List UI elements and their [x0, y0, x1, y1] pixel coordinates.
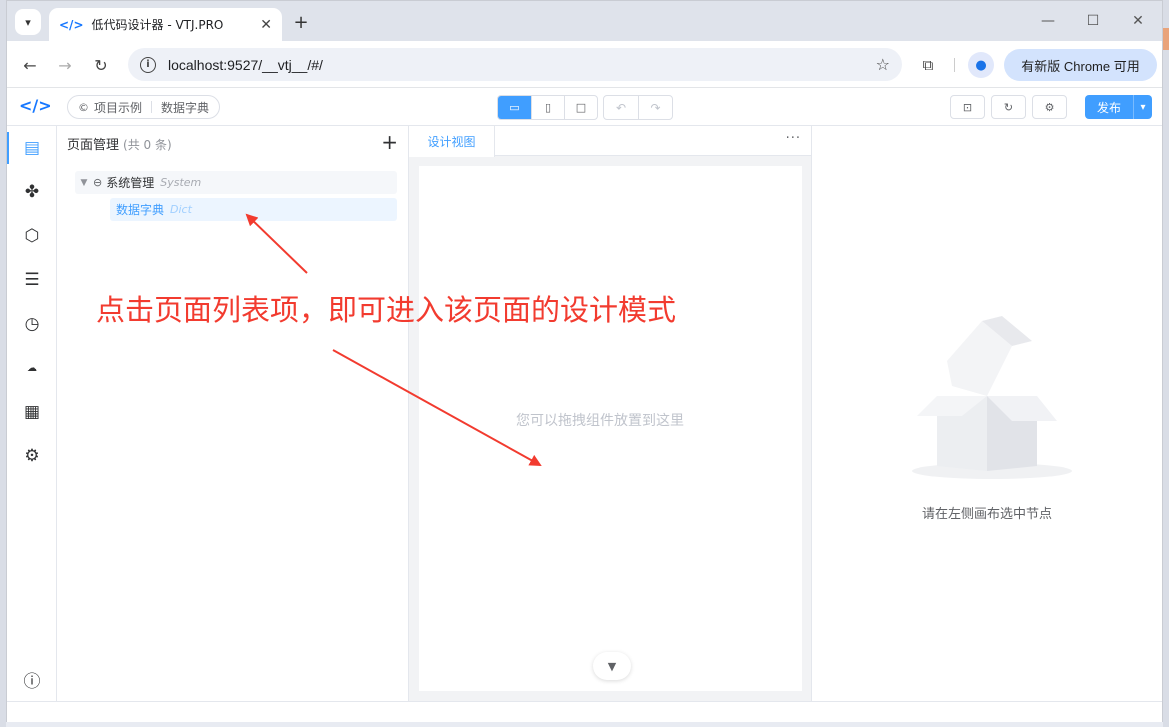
tree-node-sub: System — [160, 176, 202, 189]
pages-document-icon[interactable]: ▤ — [7, 128, 57, 168]
left-nav-rail: ▤ ✤ ⬡ ☰ ◷ ☁ ▦ ⚙ ⓘ — [7, 126, 57, 701]
components-puzzle-icon[interactable]: ✤ — [7, 172, 57, 212]
browser-tab[interactable]: </> 低代码设计器 - VTJ.PRO ✕ — [49, 8, 282, 41]
empty-box-illustration — [912, 316, 1072, 479]
tab-title: 低代码设计器 - VTJ.PRO — [91, 18, 224, 32]
mobile-mode-icon[interactable]: ▯ — [531, 96, 564, 119]
tab-search-button[interactable]: ▾ — [15, 9, 41, 35]
reload-icon[interactable]: ↻ — [88, 52, 114, 78]
folder-icon: ⊖ — [93, 176, 103, 189]
design-tabs: 设计视图 ··· — [409, 126, 811, 157]
publish-button-group: 发布 ▾ — [1085, 95, 1152, 119]
apps-grid-icon[interactable]: ▦ — [7, 392, 57, 432]
tab-strip: ▾ </> 低代码设计器 - VTJ.PRO ✕ + — ☐ ✕ — [7, 1, 1162, 41]
close-window-button[interactable]: ✕ — [1118, 9, 1158, 33]
design-area: 设计视图 ··· 您可以拖拽组件放置到这里 ▼ — [409, 126, 812, 701]
toolbar-divider — [954, 58, 955, 72]
device-mode-group: ▭ ▯ □ — [497, 95, 598, 120]
desktop-mode-icon[interactable]: ▭ — [498, 96, 531, 119]
tree-node-label: 系统管理 — [106, 176, 155, 190]
code-logo-icon: </> — [59, 17, 84, 32]
caret-down-icon[interactable]: ▼ — [75, 178, 93, 188]
status-bar — [7, 701, 1162, 722]
page-management-panel: 页面管理 (共 0 条) + ▼ ⊖ 系统管理 System 数据字典 Dict — [57, 126, 409, 701]
outline-tree-icon[interactable]: ☰ — [7, 260, 57, 300]
refresh-icon[interactable]: ↻ — [991, 95, 1026, 119]
desktop-window-edge — [1163, 28, 1169, 50]
settings-gear-icon[interactable]: ⚙ — [1032, 95, 1067, 119]
publish-dropdown-icon[interactable]: ▾ — [1133, 95, 1152, 119]
add-page-button[interactable]: + — [381, 130, 398, 154]
settings-gear-rail-icon[interactable]: ⚙ — [7, 436, 57, 476]
info-icon[interactable]: i — [140, 56, 156, 73]
app-logo-icon: </> — [19, 96, 52, 115]
back-arrow-icon[interactable]: ← — [17, 52, 43, 78]
history-group: ↶ ↷ — [603, 95, 673, 120]
canvas-empty-hint: 您可以拖拽组件放置到这里 — [516, 413, 684, 429]
tree-node-system[interactable]: ▼ ⊖ 系统管理 System — [75, 171, 397, 194]
breadcrumb: © 项目示例 数据字典 — [67, 95, 221, 119]
chevron-down-icon: ▾ — [25, 15, 31, 29]
tree-node-label: 数据字典 — [116, 203, 165, 217]
page-management-header: 页面管理 (共 0 条) — [67, 134, 172, 153]
publish-button[interactable]: 发布 — [1085, 95, 1133, 119]
redo-icon[interactable]: ↷ — [638, 96, 672, 119]
app-header: </> © 项目示例 数据字典 ▭ ▯ □ ↶ ↷ ⊡ ↻ ⚙ 发布 ▾ — [7, 89, 1162, 126]
empty-state-text: 请在左侧画布选中节点 — [921, 507, 1052, 522]
preview-focus-icon[interactable]: ⊡ — [950, 95, 985, 119]
design-canvas[interactable]: 您可以拖拽组件放置到这里 ▼ — [419, 166, 802, 691]
properties-panel: 请在左侧画布选中节点 — [812, 126, 1162, 701]
browser-toolbar: ← → ↻ i localhost:9527/__vtj__/#/ ☆ ⧉ ● … — [7, 41, 1162, 88]
profile-avatar-icon[interactable]: ● — [968, 52, 994, 78]
more-options-icon[interactable]: ··· — [786, 131, 801, 146]
browser-window: ▾ </> 低代码设计器 - VTJ.PRO ✕ + — ☐ ✕ ← → ↻ i… — [6, 0, 1163, 722]
annotation-text: 点击页面列表项，即可进入该页面的设计模式 — [96, 293, 677, 327]
new-tab-button[interactable]: + — [289, 10, 313, 34]
maximize-button[interactable]: ☐ — [1073, 9, 1113, 33]
breadcrumb-project[interactable]: 项目示例 — [94, 99, 142, 116]
desktop-edge-right — [1163, 0, 1169, 727]
minimize-button[interactable]: — — [1028, 9, 1068, 33]
chrome-update-button[interactable]: 有新版 Chrome 可用 — [1004, 49, 1157, 81]
address-bar[interactable]: i localhost:9527/__vtj__/#/ ☆ — [128, 48, 902, 81]
breadcrumb-divider — [151, 101, 153, 113]
history-clock-icon[interactable]: ◷ — [7, 304, 57, 344]
tablet-mode-icon[interactable]: □ — [564, 96, 597, 119]
api-cloud-icon[interactable]: ☁ — [7, 348, 57, 388]
tree-node-sub: Dict — [170, 203, 192, 216]
blocks-cube-icon[interactable]: ⬡ — [7, 216, 57, 256]
back-circle-icon[interactable]: © — [78, 101, 89, 114]
close-icon[interactable]: ✕ — [260, 17, 272, 33]
tab-design-view[interactable]: 设计视图 — [409, 126, 495, 157]
undo-icon[interactable]: ↶ — [604, 96, 638, 119]
forward-arrow-icon[interactable]: → — [52, 52, 78, 78]
collapse-toggle-icon[interactable]: ▼ — [593, 652, 631, 680]
page-count: (共 0 条) — [123, 138, 172, 152]
extensions-puzzle-icon[interactable]: ⧉ — [915, 52, 941, 78]
tree-node-dict[interactable]: 数据字典 Dict — [110, 198, 397, 221]
bookmark-star-icon[interactable]: ☆ — [876, 55, 890, 74]
url-text: localhost:9527/__vtj__/#/ — [168, 56, 323, 73]
breadcrumb-current-page: 数据字典 — [161, 100, 210, 115]
panel-title: 页面管理 — [67, 138, 120, 153]
info-circle-icon[interactable]: ⓘ — [7, 659, 57, 699]
